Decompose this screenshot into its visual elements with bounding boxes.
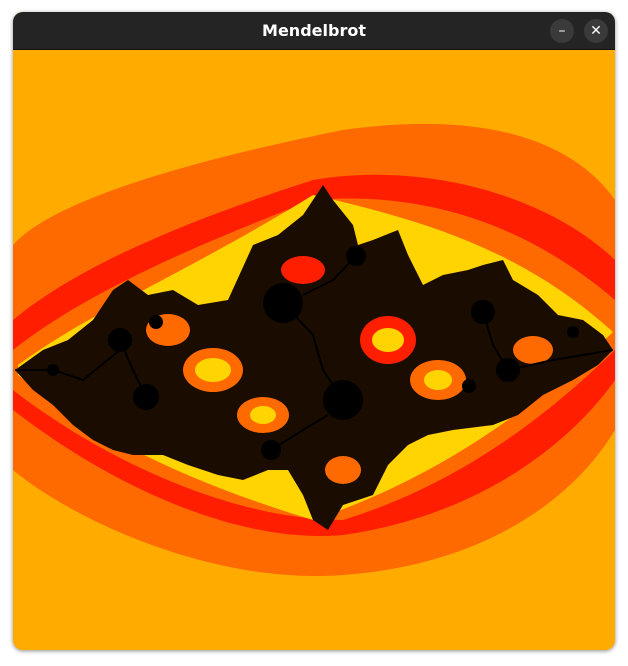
swirl-2 — [195, 358, 231, 382]
window-title: Mendelbrot — [262, 21, 366, 40]
bulb-11 — [567, 326, 579, 338]
swirl-10 — [513, 336, 553, 364]
swirl-8 — [424, 370, 452, 390]
minimize-button[interactable]: – — [550, 19, 574, 43]
swirl-12 — [325, 456, 361, 484]
swirl-4 — [372, 328, 404, 352]
app-window: Mendelbrot – ✕ — [13, 12, 615, 650]
swirl-11 — [281, 256, 325, 284]
bulb-9 — [149, 315, 163, 329]
close-button[interactable]: ✕ — [584, 19, 608, 43]
title-bar[interactable]: Mendelbrot – ✕ — [13, 12, 615, 50]
swirl-6 — [250, 406, 276, 424]
fractal-canvas[interactable] — [13, 50, 615, 650]
bulb-10 — [462, 379, 476, 393]
